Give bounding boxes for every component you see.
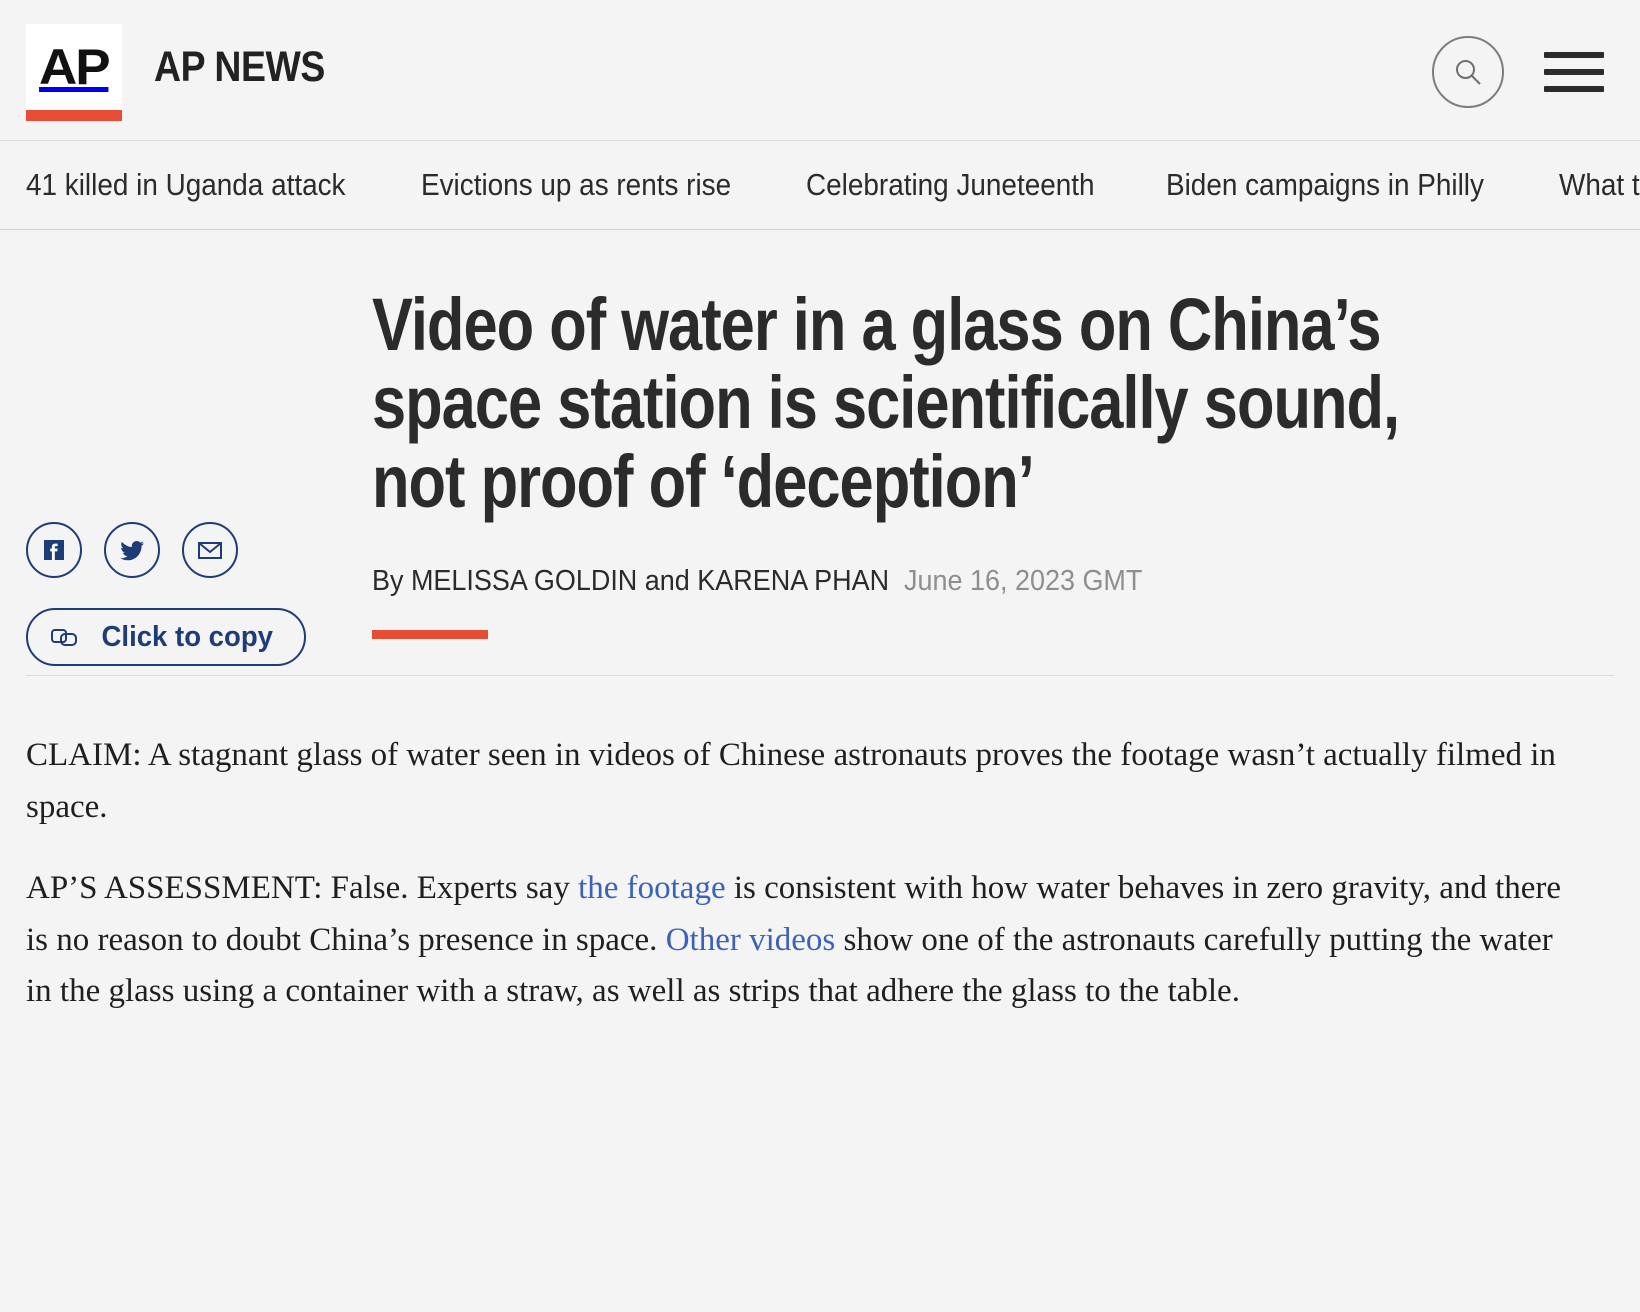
twitter-icon[interactable] <box>104 522 160 578</box>
ap-logo[interactable]: AP <box>26 23 122 121</box>
topic-nav: 41 killed in Uganda attack Evictions up … <box>0 140 1640 230</box>
email-icon[interactable] <box>182 522 238 578</box>
topic-nav-item-2[interactable]: Celebrating Juneteenth <box>806 167 1095 203</box>
topic-nav-item-1[interactable]: Evictions up as rents rise <box>421 167 731 203</box>
article-text-run: CLAIM: A stagnant glass of water seen in… <box>26 737 1556 825</box>
search-icon[interactable] <box>1432 36 1504 108</box>
share-rail: Click to copy <box>26 522 316 666</box>
brand-name: AP NEWS <box>154 42 325 91</box>
page-title: Video of water in a glass on China’s spa… <box>372 283 1400 523</box>
ap-logo-box: AP <box>26 23 122 110</box>
facebook-icon[interactable] <box>26 522 82 578</box>
article-inline-link[interactable]: Other videos <box>666 922 836 958</box>
headline-column: Video of water in a glass on China’s spa… <box>372 283 1502 640</box>
hamburger-bar <box>1544 69 1604 75</box>
article-text-run: AP’S ASSESSMENT: False. Experts say <box>26 870 579 907</box>
site-header: AP AP NEWS <box>0 0 1640 140</box>
click-to-copy-button[interactable]: Click to copy <box>26 608 306 666</box>
topic-nav-item-4[interactable]: What to stream <box>1559 167 1640 203</box>
article-main: Click to copy Video of water in a glass … <box>0 230 1640 1018</box>
article-paragraph: AP’S ASSESSMENT: False. Experts say the … <box>26 863 1571 1017</box>
article-body: CLAIM: A stagnant glass of water seen in… <box>0 676 1640 1017</box>
hamburger-bar <box>1544 86 1604 92</box>
byline-date: June 16, 2023 GMT <box>904 565 1143 598</box>
topic-nav-item-0[interactable]: 41 killed in Uganda attack <box>26 167 346 203</box>
hamburger-bar <box>1544 52 1604 58</box>
ap-logo-red-rule <box>26 109 122 121</box>
share-icons <box>26 522 316 578</box>
byline-red-rule <box>372 630 488 640</box>
topic-nav-item-3[interactable]: Biden campaigns in Philly <box>1166 167 1484 203</box>
hamburger-menu-icon[interactable] <box>1544 52 1604 92</box>
ap-logo-text: AP <box>39 38 111 95</box>
copy-link-icon <box>51 629 77 646</box>
article-inline-link[interactable]: the footage <box>578 870 726 906</box>
header-actions <box>1432 36 1604 108</box>
click-to-copy-label: Click to copy <box>101 620 273 653</box>
article-paragraph: CLAIM: A stagnant glass of water seen in… <box>26 730 1571 833</box>
article-header-area: Click to copy Video of water in a glass … <box>0 230 1640 666</box>
byline-authors: By MELISSA GOLDIN and KARENA PHAN <box>372 565 890 598</box>
byline-row: By MELISSA GOLDIN and KARENA PHAN June 1… <box>372 565 1423 598</box>
